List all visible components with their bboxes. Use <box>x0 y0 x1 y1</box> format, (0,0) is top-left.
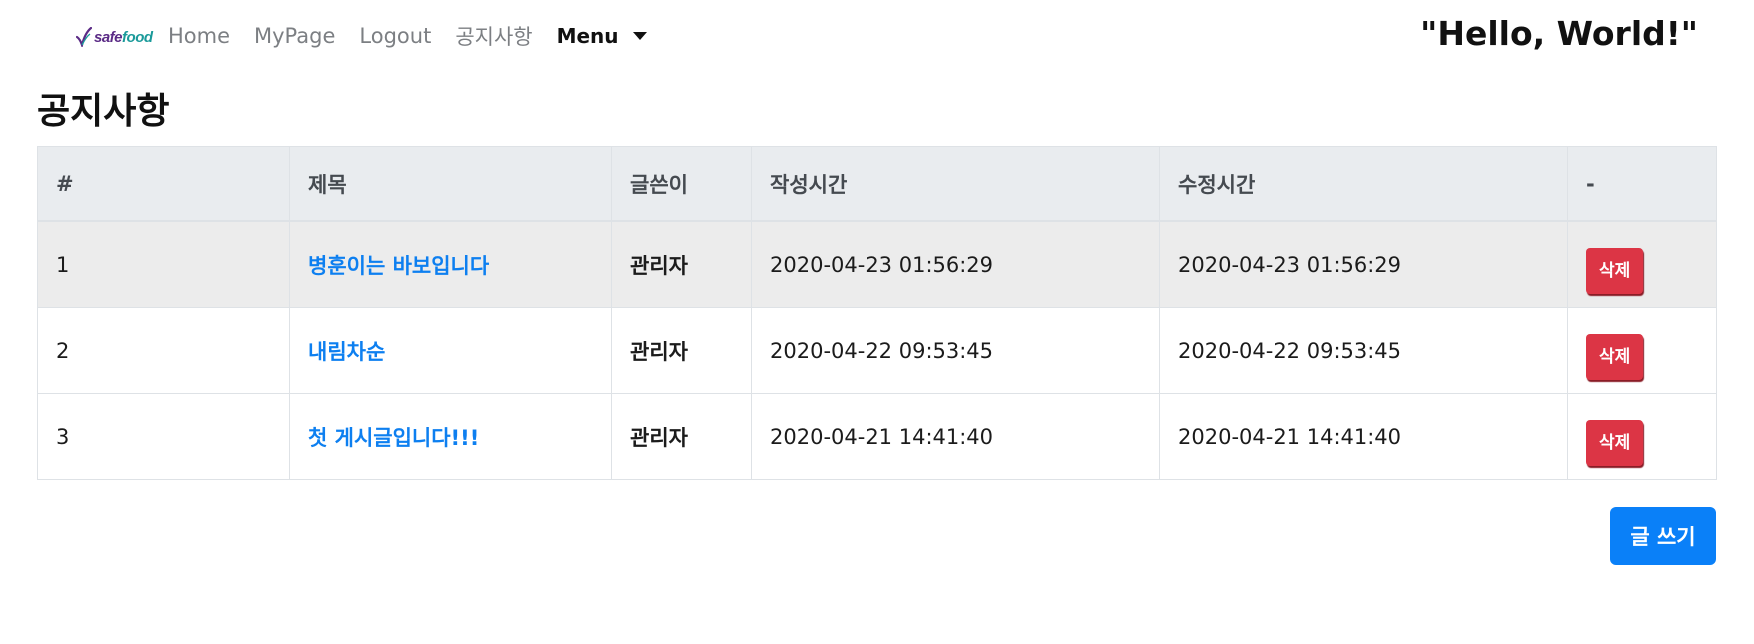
nav-link-notices[interactable]: 공지사항 <box>455 21 532 51</box>
cell-modified: 2020-04-22 09:53:45 <box>1159 307 1568 394</box>
post-title-link[interactable]: 첫 게시글입니다!!! <box>308 426 479 450</box>
cell-action: 삭제 <box>1567 307 1717 394</box>
delete-button[interactable]: 삭제 <box>1586 247 1644 294</box>
delete-button[interactable]: 삭제 <box>1586 419 1644 466</box>
write-post-button[interactable]: 글 쓰기 <box>1610 507 1716 565</box>
cell-number: 3 <box>37 393 290 480</box>
delete-button[interactable]: 삭제 <box>1586 333 1644 380</box>
cell-created: 2020-04-23 01:56:29 <box>751 220 1160 308</box>
cell-created: 2020-04-21 14:41:40 <box>751 393 1160 480</box>
notices-table: # 제목 글쓴이 작성시간 수정시간 - 1 병훈이는 바보입니다 관리자 20… <box>37 146 1717 480</box>
header-created: 작성시간 <box>751 146 1160 222</box>
nav-link-home[interactable]: Home <box>168 24 230 48</box>
header-number: # <box>37 146 290 222</box>
cell-action: 삭제 <box>1567 393 1717 480</box>
cell-number: 1 <box>37 220 290 308</box>
table-row: 1 병훈이는 바보입니다 관리자 2020-04-23 01:56:29 202… <box>37 220 1717 308</box>
page-title: 공지사항 <box>37 91 170 132</box>
cell-modified: 2020-04-23 01:56:29 <box>1159 220 1568 308</box>
menu-dropdown[interactable]: Menu <box>557 24 647 48</box>
greeting-text: "Hello, World!" <box>1420 14 1698 53</box>
header-author: 글쓴이 <box>611 146 752 222</box>
navbar: safefood Home MyPage Logout 공지사항 Menu "H… <box>0 0 1754 72</box>
nav-link-mypage[interactable]: MyPage <box>254 24 335 48</box>
cell-title: 병훈이는 바보입니다 <box>289 220 612 308</box>
cell-author: 관리자 <box>611 393 752 480</box>
check-leaf-icon <box>76 27 92 47</box>
cell-author: 관리자 <box>611 220 752 308</box>
table-row: 2 내림차순 관리자 2020-04-22 09:53:45 2020-04-2… <box>37 307 1717 394</box>
post-title-link[interactable]: 내림차순 <box>308 340 385 364</box>
logo-text: safefood <box>94 29 153 46</box>
nav-link-logout[interactable]: Logout <box>359 24 431 48</box>
table-header-row: # 제목 글쓴이 작성시간 수정시간 - <box>37 146 1717 222</box>
cell-created: 2020-04-22 09:53:45 <box>751 307 1160 394</box>
header-action: - <box>1567 146 1717 222</box>
menu-dropdown-label: Menu <box>556 24 619 48</box>
logo-text-food: food <box>122 28 153 46</box>
header-title: 제목 <box>289 146 612 222</box>
cell-modified: 2020-04-21 14:41:40 <box>1159 393 1568 480</box>
cell-action: 삭제 <box>1567 220 1717 308</box>
nav-links: Home MyPage Logout 공지사항 Menu <box>168 20 647 52</box>
cell-number: 2 <box>37 307 290 394</box>
cell-author: 관리자 <box>611 307 752 394</box>
safefood-logo[interactable]: safefood <box>76 26 153 48</box>
logo-text-safe: safe <box>94 28 123 46</box>
caret-down-icon <box>632 32 647 40</box>
header-modified: 수정시간 <box>1159 146 1568 222</box>
cell-title: 내림차순 <box>289 307 612 394</box>
post-title-link[interactable]: 병훈이는 바보입니다 <box>308 254 489 278</box>
cell-title: 첫 게시글입니다!!! <box>289 393 612 480</box>
table-row: 3 첫 게시글입니다!!! 관리자 2020-04-21 14:41:40 20… <box>37 393 1717 480</box>
